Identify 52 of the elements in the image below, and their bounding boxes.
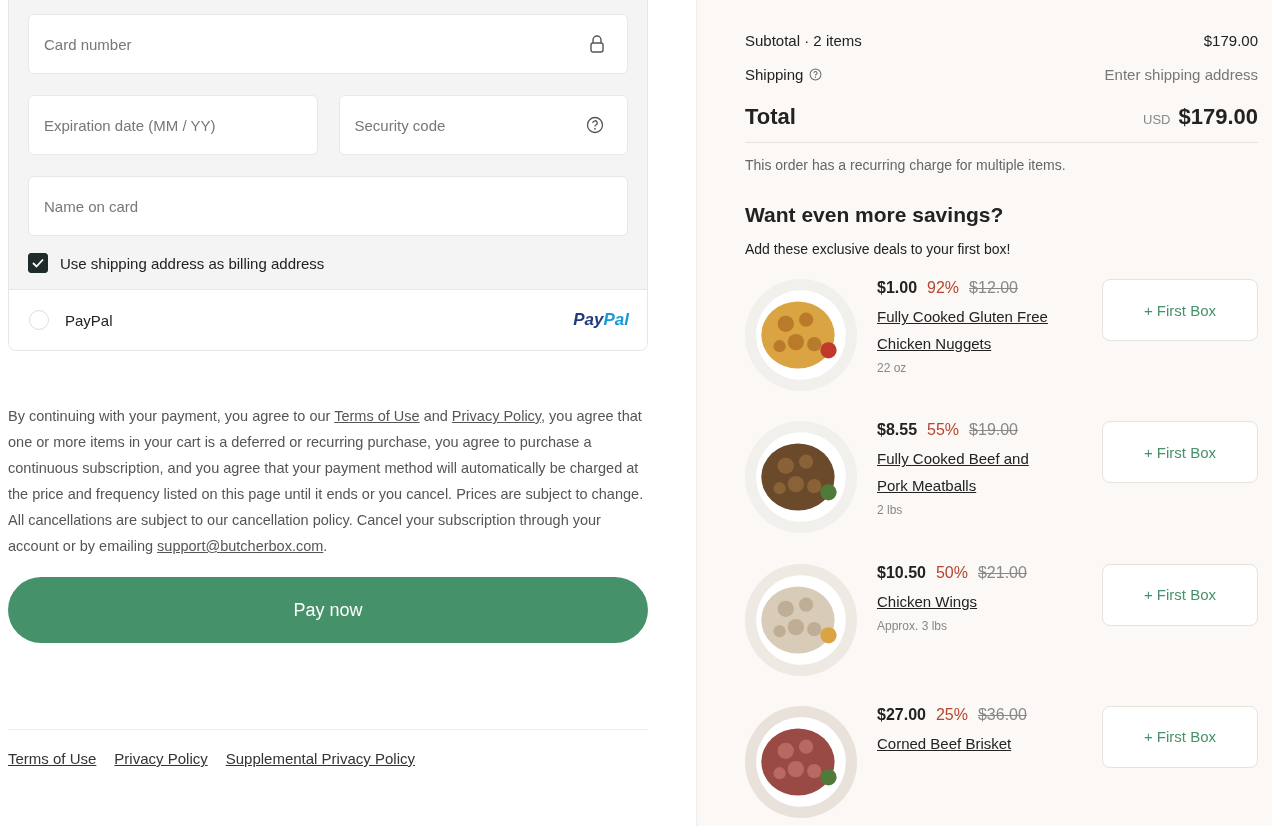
security-code-field[interactable]: Security code [338,95,628,155]
add-to-first-box-button[interactable]: + First Box [1102,421,1258,484]
deal-price: $8.55 [877,421,918,440]
card-number-field[interactable]: Card number [28,14,628,74]
lock-icon [590,35,604,53]
subtotal-label: Subtotal · 2 items [745,32,862,50]
shipping-value: Enter shipping address [1104,66,1258,84]
checkbox[interactable] [28,253,48,273]
add-to-first-box-button[interactable]: + First Box [1102,563,1258,626]
legal-link[interactable]: Terms of Use [334,408,420,424]
product-name-link[interactable]: Corned Beef Brisket [877,729,1057,757]
product-size: Approx. 3 lbs [877,618,949,633]
original-price: $36.00 [977,705,1027,724]
help-icon[interactable] [809,68,823,82]
subtotal-value: $179.00 [1203,32,1258,50]
shipping-label: Shipping [745,66,804,84]
discount-percent: 92% [927,279,960,298]
recurring-note: This order has a recurring charge for multiple items. [745,157,1067,174]
original-price: $19.00 [969,421,1018,440]
currency-label: USD [1143,111,1171,127]
product-name-link[interactable]: Fully Cooked Gluten Free Chicken Nuggets [877,303,1057,358]
paypal-logo: PayPal [573,310,629,330]
total-value: $179.00 [1178,103,1258,130]
product-name-link[interactable]: Chicken Wings [877,587,1057,615]
pay-now-button[interactable]: Pay now [8,577,648,643]
product-size: 2 lbs [877,503,904,518]
help-icon[interactable] [586,116,604,134]
discount-percent: 55% [927,421,960,440]
product-size: 22 oz [877,361,908,376]
deal-price: $27.00 [877,705,926,724]
upsell-subtitle: Add these exclusive deals to your first box! [745,241,1012,258]
footer-link[interactable]: Privacy Policy [114,750,208,767]
deal-price: $1.00 [877,279,918,298]
total-label: Total [745,103,796,130]
legal-paragraph: By continuing with your payment, you agree to our Terms of Use and Privacy Policy, you agree that one or more items in your cart is a deferred or recurring purchase, you agree to purchase a continuous subscription, and you agree that your payment method will automatically be charged at the price and frequency listed on this page until it ends or you cancel. Prices are subject to change. All cancellations are subject to our cancellation policy. Cancel your subscription through your account or by emailing support@butcherbox.com. [8,407,645,556]
legal-link[interactable]: Privacy Policy [451,408,542,424]
name-on-card-field[interactable]: Name on card [28,176,628,236]
add-to-first-box-button[interactable]: + First Box [1102,279,1258,342]
footer-link[interactable]: Terms of Use [8,750,97,767]
upsell-heading: Want even more savings? [745,203,1005,228]
paypal-label[interactable]: PayPal [65,311,574,329]
deal-price: $10.50 [877,563,926,582]
checkmark-icon [32,258,44,268]
checkbox-label[interactable]: Use shipping address as billing address [60,254,325,272]
discount-percent: 25% [935,705,968,724]
original-price: $12.00 [969,279,1018,298]
product-name-link[interactable]: Fully Cooked Beef and Pork Meatballs [877,445,1057,500]
original-price: $21.00 [977,563,1027,582]
expiration-field[interactable]: Expiration date (MM / YY) [28,95,318,155]
discount-percent: 50% [935,563,968,582]
footer-link[interactable]: Supplemental Privacy Policy [225,750,415,767]
add-to-first-box-button[interactable]: + First Box [1102,705,1258,768]
